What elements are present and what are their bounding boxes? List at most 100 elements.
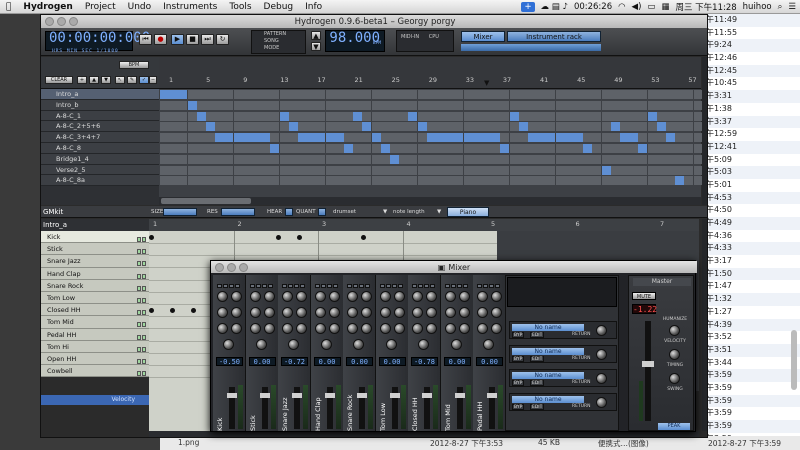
song-cell[interactable]	[638, 122, 648, 132]
song-cell[interactable]	[261, 111, 271, 121]
song-cell[interactable]	[399, 144, 409, 153]
instrument-rack-tab[interactable]: Instrument rack	[507, 31, 601, 42]
fx-send-knob[interactable]	[263, 291, 275, 302]
mute-solo-buttons[interactable]	[136, 283, 146, 291]
song-cell[interactable]	[620, 90, 629, 99]
song-cell[interactable]	[518, 165, 528, 175]
channel-fader[interactable]	[487, 387, 497, 429]
song-cell[interactable]	[233, 154, 243, 164]
song-cell[interactable]	[445, 90, 455, 99]
song-cell[interactable]	[491, 122, 501, 132]
song-cell[interactable]	[601, 90, 611, 99]
song-cell[interactable]	[279, 176, 289, 186]
song-cell[interactable]	[178, 133, 188, 143]
song-cell[interactable]	[399, 176, 409, 186]
song-cell[interactable]	[656, 111, 666, 121]
pattern-row[interactable]: A-8-C_3+4+7	[41, 132, 159, 143]
song-cell[interactable]	[684, 165, 694, 175]
song-cell-active[interactable]	[426, 133, 436, 143]
fx-send-knob[interactable]	[412, 291, 423, 302]
fx-name[interactable]: No name	[512, 396, 584, 403]
song-cell[interactable]	[362, 133, 372, 143]
mute-solo-buttons[interactable]	[136, 332, 146, 340]
song-cell[interactable]	[638, 154, 648, 164]
menu-debug[interactable]: Debug	[264, 2, 294, 12]
instrument-row[interactable]: Snare Jazz	[41, 255, 149, 268]
song-cell[interactable]	[426, 122, 436, 132]
song-cell[interactable]	[187, 144, 197, 153]
fx-send-knob[interactable]	[347, 291, 358, 302]
song-cell[interactable]	[629, 176, 639, 186]
flag-icon[interactable]: ▦	[661, 2, 669, 12]
song-cell[interactable]	[491, 176, 501, 186]
select-tool-button[interactable]: ↖	[115, 76, 125, 84]
song-cell[interactable]	[509, 122, 519, 132]
song-cell[interactable]	[500, 154, 510, 164]
song-cell[interactable]	[316, 111, 326, 121]
song-cell-active[interactable]	[638, 144, 648, 153]
song-cell[interactable]	[482, 100, 491, 110]
song-cell[interactable]	[279, 165, 289, 175]
channel-fader[interactable]	[227, 387, 237, 429]
pattern-note[interactable]	[170, 307, 176, 313]
song-cell-active[interactable]	[334, 133, 344, 143]
song-cell[interactable]	[325, 111, 335, 121]
song-cell[interactable]	[601, 133, 611, 143]
song-cell[interactable]	[169, 176, 179, 186]
song-cell[interactable]	[574, 111, 583, 121]
song-cell[interactable]	[491, 90, 501, 99]
song-cell[interactable]	[196, 165, 206, 175]
song-cell[interactable]	[261, 100, 271, 110]
menu-tools[interactable]: Tools	[229, 2, 251, 12]
channel-fader[interactable]	[389, 387, 400, 429]
song-cell[interactable]	[592, 144, 602, 153]
song-cell[interactable]	[472, 165, 482, 175]
song-cell[interactable]	[196, 122, 206, 132]
fx-send-knob[interactable]	[217, 291, 228, 302]
song-cell[interactable]	[491, 100, 501, 110]
song-cell[interactable]	[298, 176, 307, 186]
song-cell[interactable]	[528, 100, 537, 110]
song-cell[interactable]	[334, 176, 344, 186]
song-cell[interactable]	[215, 100, 225, 110]
song-cell[interactable]	[344, 90, 353, 99]
song-cell[interactable]	[647, 100, 657, 110]
fx-send-knob[interactable]	[328, 307, 340, 318]
song-cell[interactable]	[574, 154, 583, 164]
fx-return-knob[interactable]	[596, 325, 607, 336]
pattern-note[interactable]	[361, 234, 366, 240]
song-cell[interactable]	[509, 144, 519, 153]
song-cell-active[interactable]	[178, 90, 188, 99]
song-cell[interactable]	[380, 154, 390, 164]
song-cell[interactable]	[583, 111, 593, 121]
song-cell[interactable]	[408, 154, 418, 164]
song-cell[interactable]	[353, 176, 363, 186]
song-cell[interactable]	[564, 154, 574, 164]
song-cell[interactable]	[620, 122, 629, 132]
menu-info[interactable]: Info	[305, 2, 322, 12]
song-cell[interactable]	[555, 154, 565, 164]
chevron-down-icon-2[interactable]: ▼	[437, 207, 441, 217]
velocity-knob[interactable]	[669, 325, 680, 336]
song-horizontal-scrollbar[interactable]	[159, 197, 701, 205]
song-cell[interactable]	[261, 154, 271, 164]
song-cell[interactable]	[270, 111, 280, 121]
song-cell[interactable]	[224, 154, 234, 164]
song-scroll-thumb[interactable]	[161, 198, 251, 204]
song-cell[interactable]	[408, 176, 418, 186]
song-cell[interactable]	[288, 111, 298, 121]
song-cell[interactable]	[233, 176, 243, 186]
fx-send-knob[interactable]	[477, 323, 488, 334]
song-cell[interactable]	[325, 122, 335, 132]
song-cell-active[interactable]	[601, 165, 611, 175]
song-cell[interactable]	[647, 176, 657, 186]
song-cell[interactable]	[546, 144, 556, 153]
song-cell[interactable]	[206, 90, 215, 99]
song-cell[interactable]	[233, 111, 243, 121]
song-cell[interactable]	[647, 133, 657, 143]
song-cell[interactable]	[500, 90, 510, 99]
song-cell-active[interactable]	[463, 133, 473, 143]
song-cell[interactable]	[528, 122, 537, 132]
song-cell[interactable]	[610, 176, 620, 186]
pattern-row[interactable]: Intro_b	[41, 99, 159, 111]
